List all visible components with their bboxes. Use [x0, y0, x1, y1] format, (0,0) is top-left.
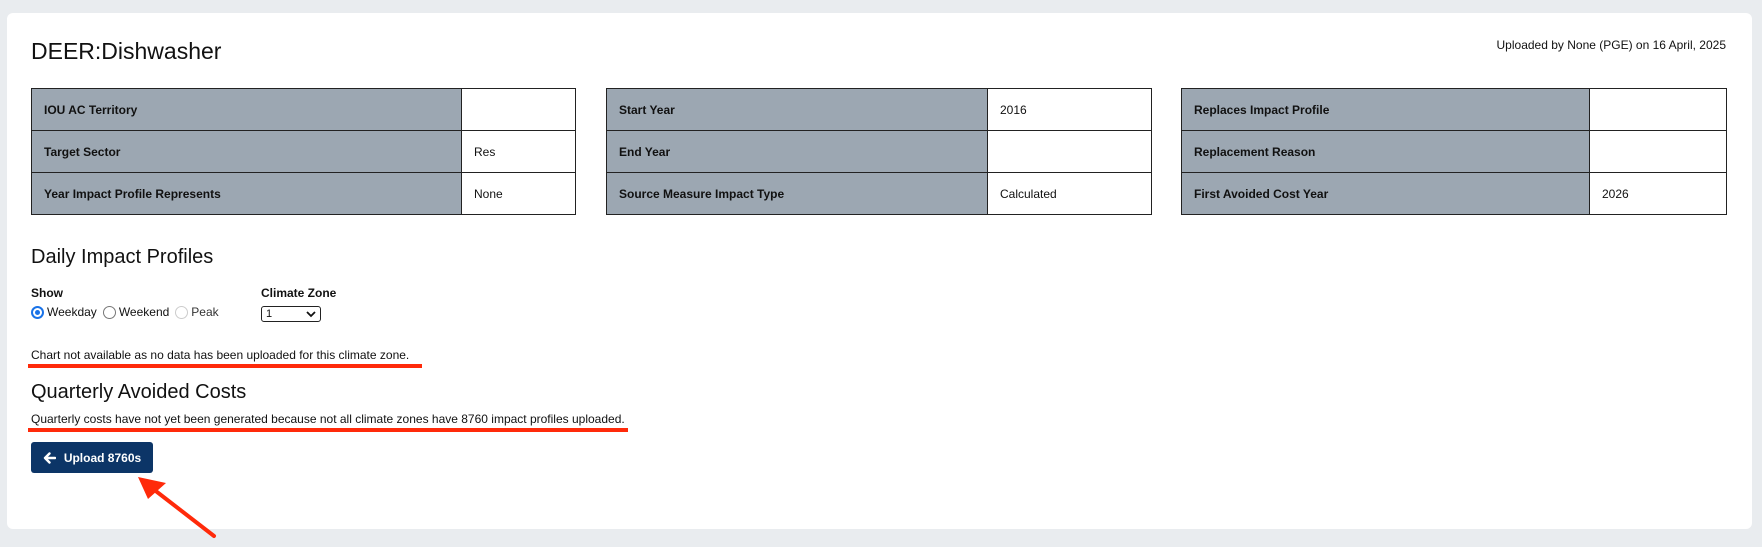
field-value: [1589, 130, 1727, 173]
arrow-left-icon: [43, 451, 56, 464]
radio-icon[interactable]: [102, 305, 116, 319]
quarterly-message: Quarterly costs have not yet been genera…: [31, 412, 625, 426]
show-label: Show: [31, 286, 63, 300]
annotation-underline: [28, 364, 422, 368]
field-value: 2026: [1589, 172, 1727, 215]
upload-button-label: Upload 8760s: [63, 450, 142, 465]
uploaded-info: Uploaded by None (PGE) on 16 April, 2025: [1496, 38, 1726, 52]
field-value: [461, 88, 576, 131]
radio-disabled-icon[interactable]: [175, 305, 189, 319]
field-value: None: [461, 172, 576, 215]
field-label: Target Sector: [31, 130, 462, 173]
field-label: Year Impact Profile Represents: [31, 172, 462, 215]
radio-weekday[interactable]: Weekday: [31, 305, 97, 319]
field-label: First Avoided Cost Year: [1181, 172, 1590, 215]
upload-8760s-button[interactable]: Upload 8760s: [31, 442, 153, 473]
field-label: Replaces Impact Profile: [1181, 88, 1590, 131]
quarterly-costs-heading: Quarterly Avoided Costs: [31, 381, 247, 403]
annotation-underline: [28, 428, 628, 432]
radio-selected-icon[interactable]: [31, 305, 44, 319]
show-radio-group: Weekday Weekend Peak: [31, 305, 219, 319]
climate-zone-label: Climate Zone: [261, 286, 337, 300]
field-label: Replacement Reason: [1181, 130, 1590, 173]
field-value: Res: [461, 130, 576, 173]
info-table-2: Start Year 2016 End Year Source Measure I…: [606, 88, 1152, 215]
radio-weekday-label: Weekday: [47, 305, 97, 319]
field-value: [987, 130, 1152, 173]
info-table-1: IOU AC Territory Target Sector Res Year I…: [31, 88, 576, 215]
daily-profiles-heading: Daily Impact Profiles: [31, 246, 214, 268]
radio-peak[interactable]: Peak: [175, 305, 219, 319]
field-value: Calculated: [987, 172, 1152, 215]
field-value: [1589, 88, 1727, 131]
radio-weekend-label: Weekend: [118, 305, 170, 319]
field-label: End Year: [606, 130, 988, 173]
climate-zone-select[interactable]: 1: [261, 306, 321, 322]
info-table-3: Replaces Impact Profile Replacement Reas…: [1181, 88, 1727, 215]
field-label: Source Measure Impact Type: [606, 172, 988, 215]
field-label: IOU AC Territory: [31, 88, 462, 131]
annotation-arrow-icon: [138, 477, 216, 538]
page-title: DEER:Dishwasher: [31, 38, 222, 64]
field-label: Start Year: [606, 88, 988, 131]
radio-peak-label: Peak: [191, 305, 219, 319]
field-value: 2016: [987, 88, 1152, 131]
climate-zone-value: 1: [266, 308, 273, 320]
chart-unavailable-message: Chart not available as no data has been …: [31, 348, 410, 362]
chevron-down-icon: [306, 310, 316, 317]
radio-weekend[interactable]: Weekend: [102, 305, 170, 319]
